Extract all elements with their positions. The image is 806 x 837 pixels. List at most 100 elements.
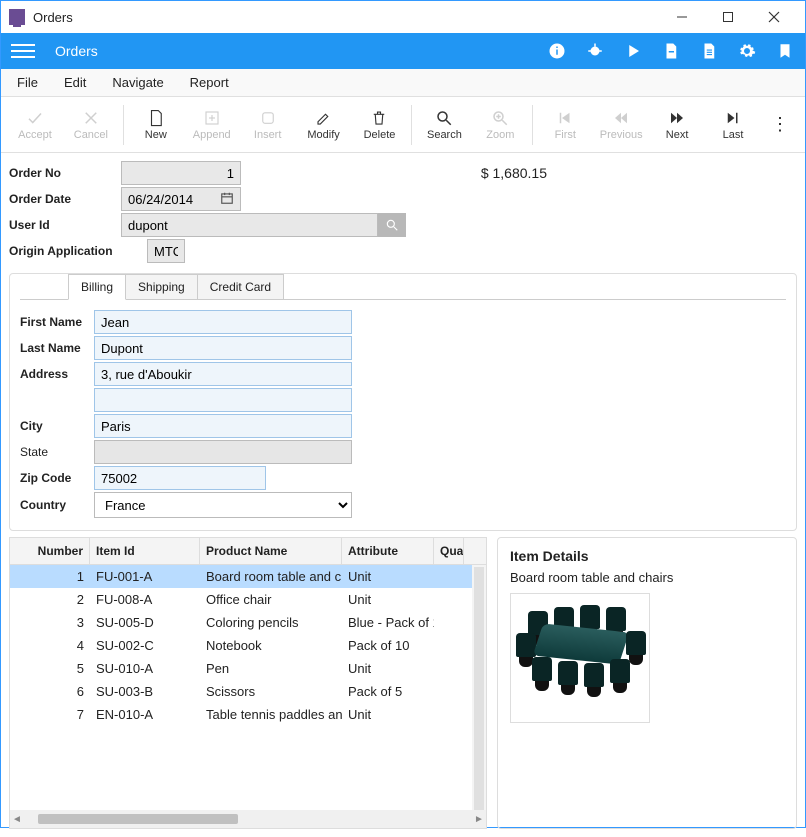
table-row[interactable]: 6SU-003-BScissorsPack of 5 (10, 680, 486, 703)
window-title: Orders (33, 10, 659, 25)
menu-edit[interactable]: Edit (54, 71, 96, 94)
last-name-input[interactable] (94, 336, 352, 360)
cell-number: 4 (10, 634, 90, 657)
menu-file[interactable]: File (7, 71, 48, 94)
cell-attribute: Pack of 10 (342, 634, 434, 657)
country-select[interactable]: France (94, 492, 352, 518)
cell-attribute: Unit (342, 657, 434, 680)
table-row[interactable]: 4SU-002-CNotebookPack of 10 (10, 634, 486, 657)
user-search-icon[interactable] (378, 213, 406, 237)
cell-qua (434, 657, 464, 680)
col-number[interactable]: Number (10, 538, 90, 564)
close-button[interactable] (751, 2, 797, 32)
tab-billing[interactable]: Billing (68, 274, 126, 300)
details-title: Item Details (510, 548, 784, 564)
zip-label: Zip Code (20, 471, 94, 485)
tab-credit-card[interactable]: Credit Card (197, 274, 284, 300)
last-button[interactable]: Last (705, 109, 761, 141)
cell-qua (434, 634, 464, 657)
table-row[interactable]: 2FU-008-AOffice chairUnit (10, 588, 486, 611)
cell-number: 6 (10, 680, 90, 703)
last-name-label: Last Name (20, 341, 94, 355)
details-desc: Board room table and chairs (510, 570, 784, 585)
calendar-icon[interactable] (214, 191, 240, 208)
append-button: Append (184, 109, 240, 141)
modify-button[interactable]: Modify (296, 109, 352, 141)
maximize-button[interactable] (705, 2, 751, 32)
bookmark-icon[interactable] (775, 41, 795, 61)
overflow-icon[interactable]: ⋮ (761, 114, 799, 135)
cell-product-name: Office chair (200, 588, 342, 611)
app-title: Orders (55, 43, 547, 59)
order-date-field[interactable] (121, 187, 241, 211)
first-name-label: First Name (20, 315, 94, 329)
items-grid: Number Item Id Product Name Attribute Qu… (9, 537, 487, 829)
tab-shipping[interactable]: Shipping (125, 274, 198, 300)
bug-icon[interactable] (585, 41, 605, 61)
item-details-panel: Item Details Board room table and chairs (497, 537, 797, 829)
menu-icon[interactable] (11, 44, 35, 58)
app-header: Orders (1, 33, 805, 69)
cell-item-id: SU-010-A (90, 657, 200, 680)
cell-number: 3 (10, 611, 90, 634)
address-label: Address (20, 367, 94, 381)
menubar: File Edit Navigate Report (1, 69, 805, 97)
new-button[interactable]: New (128, 109, 184, 141)
user-id-label: User Id (9, 218, 121, 232)
minimize-button[interactable] (659, 2, 705, 32)
gear-icon[interactable] (737, 41, 757, 61)
col-attribute[interactable]: Attribute (342, 538, 434, 564)
state-input[interactable] (94, 440, 352, 464)
grid-body[interactable]: 1FU-001-ABoard room table and chUnit2FU-… (10, 565, 486, 810)
file-icon[interactable] (661, 41, 681, 61)
cell-qua (434, 611, 464, 634)
accept-button: Accept (7, 109, 63, 141)
vertical-scrollbar[interactable] (472, 565, 486, 810)
toolbar: Accept Cancel New Append Insert Modify D… (1, 97, 805, 153)
play-icon[interactable] (623, 41, 643, 61)
menu-report[interactable]: Report (180, 71, 239, 94)
search-button[interactable]: Search (416, 109, 472, 141)
col-item-id[interactable]: Item Id (90, 538, 200, 564)
address1-input[interactable] (94, 362, 352, 386)
order-no-input[interactable] (121, 161, 241, 185)
order-no-label: Order No (9, 166, 121, 180)
cell-attribute: Unit (342, 565, 434, 588)
table-row[interactable]: 1FU-001-ABoard room table and chUnit (10, 565, 486, 588)
first-name-input[interactable] (94, 310, 352, 334)
user-id-input[interactable] (121, 213, 378, 237)
info-icon[interactable] (547, 41, 567, 61)
tabs-panel: Billing Shipping Credit Card First Name … (9, 273, 797, 531)
table-row[interactable]: 7EN-010-ATable tennis paddles andUnit (10, 703, 486, 726)
city-input[interactable] (94, 414, 352, 438)
table-row[interactable]: 3SU-005-DColoring pencilsBlue - Pack of … (10, 611, 486, 634)
titlebar: Orders (1, 1, 805, 33)
cell-item-id: EN-010-A (90, 703, 200, 726)
details-image (510, 593, 650, 723)
cell-number: 1 (10, 565, 90, 588)
menu-navigate[interactable]: Navigate (102, 71, 173, 94)
cell-product-name: Board room table and ch (200, 565, 342, 588)
horizontal-scrollbar[interactable]: ◄► (10, 810, 486, 828)
cell-qua (434, 588, 464, 611)
next-button[interactable]: Next (649, 109, 705, 141)
order-date-input[interactable] (122, 188, 214, 210)
cancel-button: Cancel (63, 109, 119, 141)
col-qua[interactable]: Qua (434, 538, 464, 564)
address2-input[interactable] (94, 388, 352, 412)
table-row[interactable]: 5SU-010-APenUnit (10, 657, 486, 680)
cell-item-id: FU-008-A (90, 588, 200, 611)
cell-attribute: Blue - Pack of 1 (342, 611, 434, 634)
origin-input[interactable] (147, 239, 185, 263)
zip-input[interactable] (94, 466, 266, 490)
cell-qua (434, 703, 464, 726)
cell-item-id: SU-003-B (90, 680, 200, 703)
cell-product-name: Pen (200, 657, 342, 680)
delete-button[interactable]: Delete (352, 109, 408, 141)
col-product-name[interactable]: Product Name (200, 538, 342, 564)
file-lines-icon[interactable] (699, 41, 719, 61)
state-label: State (20, 445, 94, 459)
app-icon (9, 9, 25, 25)
origin-label: Origin Application (9, 244, 147, 258)
form-area: Order No $ 1,680.15 Order Date User Id O… (1, 153, 805, 267)
